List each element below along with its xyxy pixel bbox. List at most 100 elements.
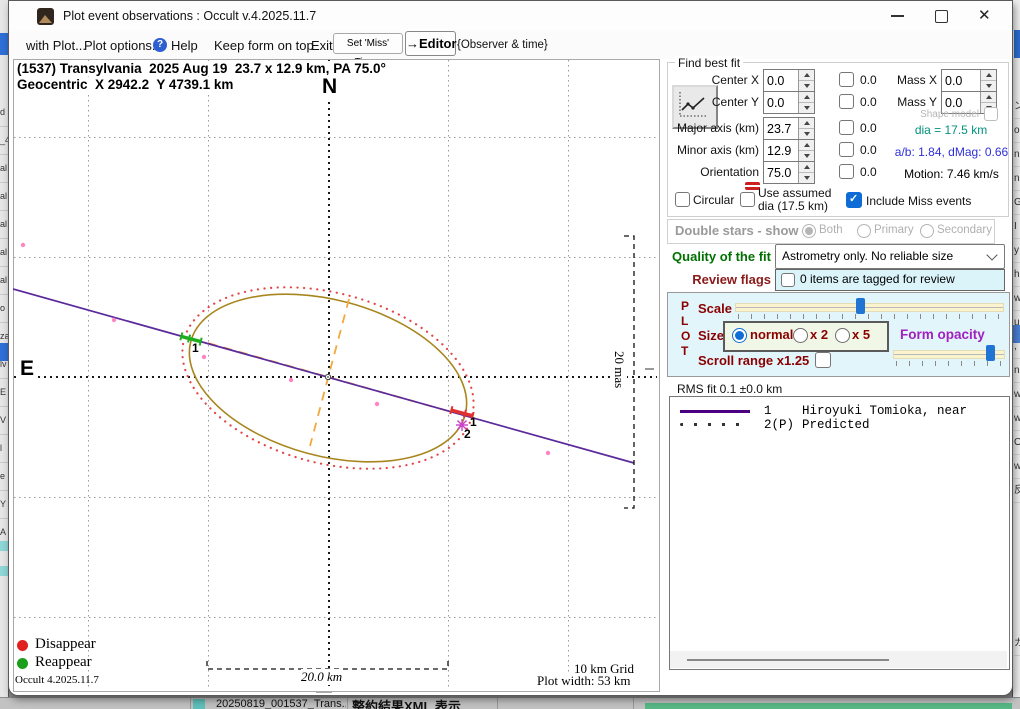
size-x2-label: x 2 (810, 327, 828, 342)
double-stars-primary-radio[interactable] (857, 224, 871, 238)
minimize-button[interactable] (891, 15, 904, 17)
background-left-list: d_4alalalalalozalvEVleYA (0, 99, 8, 547)
orientation-up[interactable] (799, 162, 814, 173)
major-down[interactable] (799, 129, 814, 139)
plot-canvas[interactable] (13, 59, 658, 690)
menu-bar: with Plot... Plot options... ? Help Keep… (9, 31, 1010, 59)
mass-x-up[interactable] (981, 70, 996, 81)
review-flags-label: Review flags (665, 272, 771, 287)
menu-observer-time[interactable]: {Observer & time} (457, 39, 548, 51)
scale-slider-thumb[interactable] (856, 298, 865, 314)
background-right-window: ンoninaGIyhwu,niwwOw反 カ (1012, 0, 1020, 709)
shape-model-checkbox[interactable] (984, 107, 998, 121)
center-y-up[interactable] (799, 92, 814, 103)
observer-2-number: 2(P) (764, 418, 794, 432)
menu-help[interactable]: Help (171, 38, 198, 53)
background-right-scrollbar (1014, 30, 1020, 58)
chevron-down-icon (986, 249, 997, 260)
menu-with-plot[interactable]: with Plot... (26, 38, 86, 53)
mass-x-down[interactable] (981, 81, 996, 91)
center-y-down[interactable] (799, 103, 814, 113)
quality-dropdown[interactable]: Astrometry only. No reliable size (775, 244, 1005, 269)
include-miss-label: Include Miss events (866, 194, 971, 208)
observation-chord[interactable] (13, 289, 634, 463)
review-flags-text: 0 items are tagged for review (800, 272, 955, 286)
close-button[interactable]: ✕ (978, 6, 991, 24)
app-icon-shape (39, 15, 52, 23)
orientation-field[interactable] (763, 161, 815, 184)
double-stars-secondary-label: Secondary (937, 224, 992, 236)
menu-keep-on-top[interactable]: Keep form on top (214, 38, 314, 53)
use-assumed-label-1: Use assumed (758, 186, 831, 200)
mass-x-field[interactable] (941, 69, 997, 92)
major-axis-extra: 0.0 (860, 121, 877, 135)
taskbar-file-label[interactable]: 20250819_001537_Trans... (216, 698, 346, 709)
reappear-legend-dot (17, 658, 28, 669)
orientation-label: Orientation (664, 165, 759, 179)
motion-label: Motion: 7.46 km/s (894, 167, 1009, 181)
menu-plot-options[interactable]: Plot options... (84, 38, 163, 53)
major-axis-field[interactable] (763, 117, 815, 140)
major-axis-checkbox[interactable] (839, 120, 854, 135)
maximize-button[interactable] (935, 10, 948, 23)
minor-down[interactable] (799, 151, 814, 161)
mass-y-up[interactable] (981, 92, 996, 103)
scroll-range-checkbox[interactable] (815, 352, 831, 368)
observer-list[interactable]: 1 Hiroyuki Tomioka, near 2(P) Predicted (669, 396, 1010, 670)
minor-up[interactable] (799, 140, 814, 151)
shape-model-label: Shape model (909, 109, 979, 120)
screen: d_4alalalalalozalvEVleYA ンoninaGIyhwu,ni… (0, 0, 1020, 709)
size-normal-radio[interactable] (732, 328, 747, 343)
splitter-handle[interactable] (645, 368, 654, 370)
set-miss-times-button[interactable]: Set 'Miss' Times (333, 33, 403, 54)
minor-axis-field[interactable] (763, 139, 815, 162)
resize-grip[interactable] (316, 691, 332, 693)
menu-exit[interactable]: Exit (311, 38, 333, 53)
taskbar-separator (190, 698, 191, 709)
circular-checkbox[interactable] (675, 192, 690, 207)
taskbar-xml-button[interactable]: 整約結果XML 表示 (352, 696, 492, 709)
double-stars-both-radio[interactable] (802, 224, 816, 238)
size-x2-radio[interactable] (793, 328, 808, 343)
taskbar-separator2 (347, 698, 348, 709)
major-up[interactable] (799, 118, 814, 129)
size-x5-radio[interactable] (835, 328, 850, 343)
minor-axis-line (310, 299, 349, 446)
observer-2-dots (680, 423, 746, 426)
disappear-legend-dot (17, 640, 28, 651)
dia-value-label: dia = 17.5 km (896, 123, 1006, 137)
title-bar[interactable]: Plot event observations : Occult v.4.202… (9, 1, 1010, 31)
opacity-slider-thumb[interactable] (986, 345, 995, 361)
include-miss-checkbox[interactable] (846, 192, 862, 208)
minor-axis-checkbox[interactable] (839, 142, 854, 157)
km-scale-bracket (207, 661, 448, 669)
plot-letter-o: O (681, 329, 690, 343)
scale-label: Scale (698, 301, 732, 316)
scale-slider[interactable] (735, 303, 1004, 312)
orientation-down[interactable] (799, 173, 814, 183)
minor-axis-extra: 0.0 (860, 143, 877, 157)
rms-fit-label: RMS fit 0.1 ±0.0 km (677, 382, 782, 396)
size-label: Size (698, 328, 724, 343)
review-flags-checkbox[interactable] (781, 273, 795, 287)
plot-title-line2: Geocentric X 2942.2 Y 4739.1 km (17, 77, 233, 92)
center-y-field[interactable] (763, 91, 815, 114)
hscrollbar-thumb[interactable] (687, 659, 889, 661)
orientation-checkbox[interactable] (839, 164, 854, 179)
background-left-blue-block (0, 33, 8, 55)
center-x-field[interactable] (763, 69, 815, 92)
observer-list-hscrollbar[interactable] (670, 651, 1007, 668)
quality-dropdown-value: Astrometry only. No reliable size (782, 249, 953, 263)
double-stars-secondary-radio[interactable] (920, 224, 934, 238)
center-x-checkbox[interactable] (839, 72, 854, 87)
use-assumed-checkbox[interactable] (740, 192, 755, 207)
center-x-up[interactable] (799, 70, 814, 81)
background-bottom-bar: 20250819_001537_Trans... 整約結果XML 表示 (0, 697, 1020, 709)
disappear-legend-label: Disappear (35, 636, 96, 653)
background-right-list: ンoninaGIyhwu,niwwOw反 (1014, 95, 1020, 503)
km-scale-label: 20.0 km (301, 669, 342, 685)
editor-button[interactable]: →Editor (405, 31, 456, 56)
background-left-cyan-row (0, 541, 8, 551)
center-y-checkbox[interactable] (839, 94, 854, 109)
center-x-down[interactable] (799, 81, 814, 91)
